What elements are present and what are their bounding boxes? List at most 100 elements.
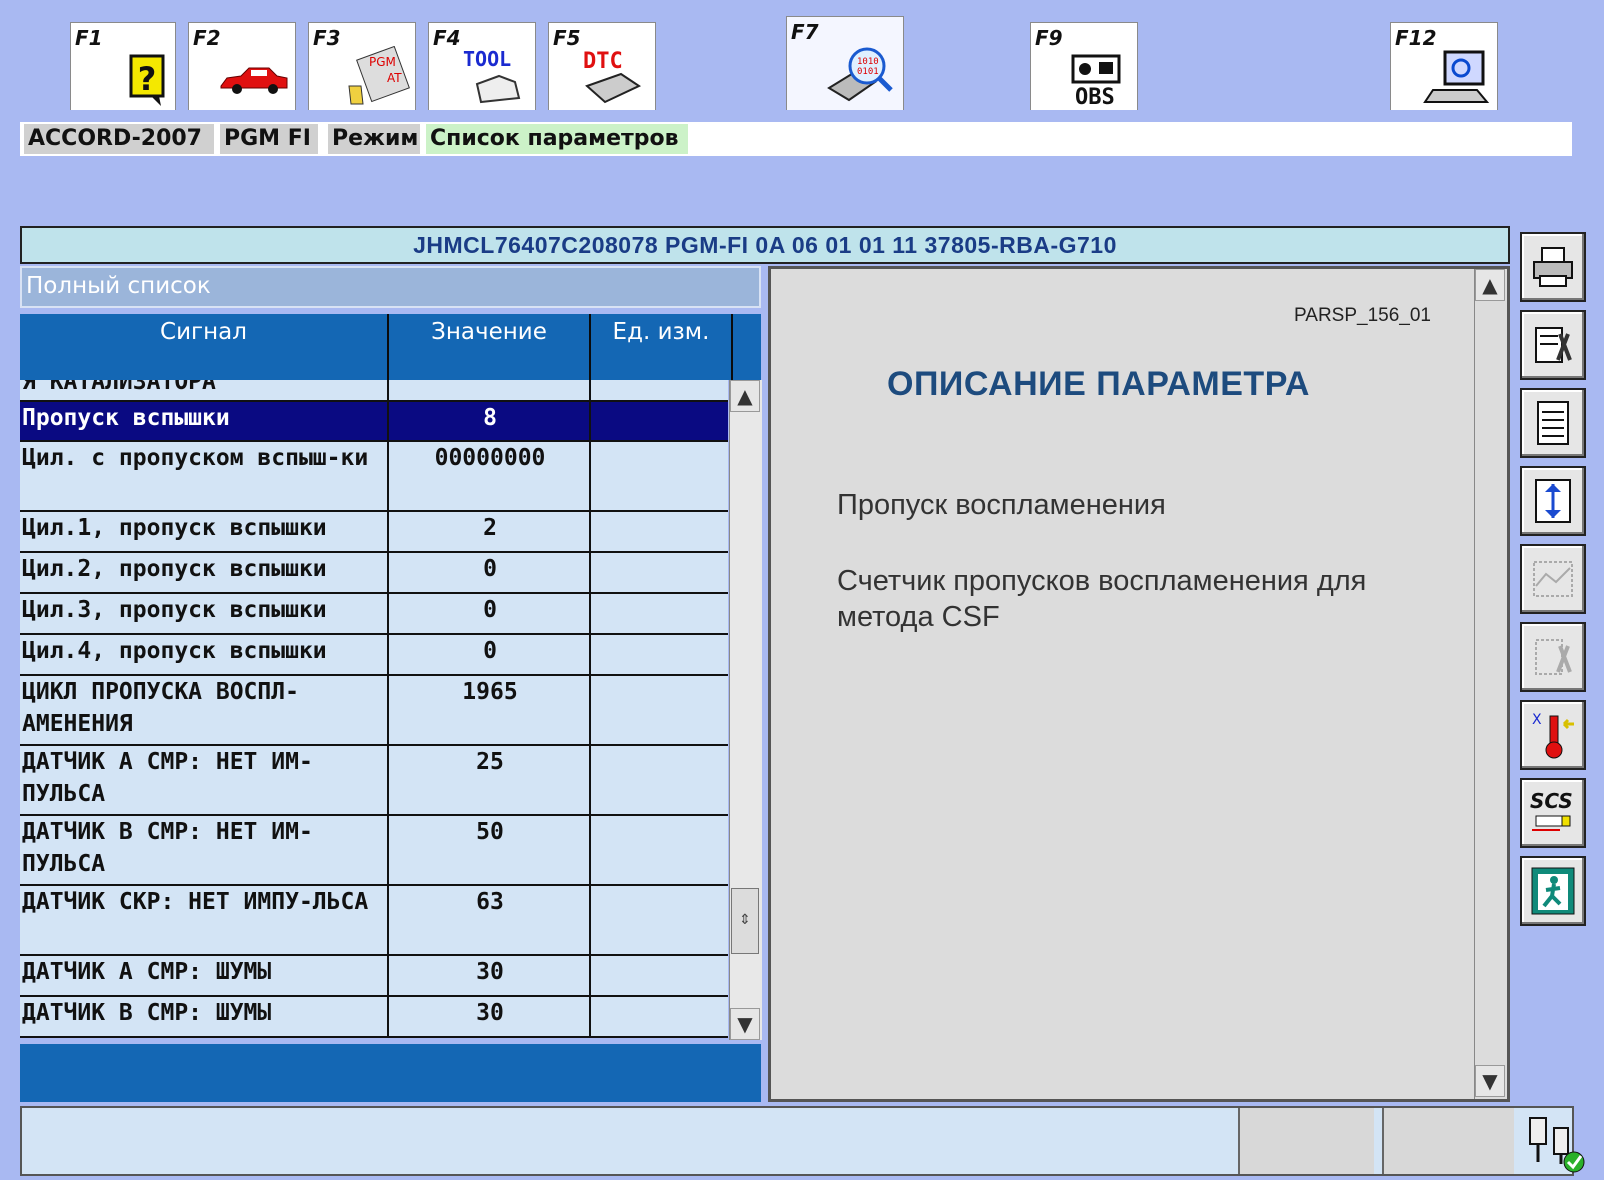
signal-name: Я КАТАЛИЗАТОРА [22, 380, 216, 395]
svg-text:?: ? [138, 60, 157, 98]
signal-value: 25 [476, 749, 504, 775]
status-bar [20, 1106, 1574, 1176]
sort-vertical-icon [1535, 479, 1571, 523]
svg-text:AT: AT [387, 71, 402, 85]
signal-name: ЦИКЛ ПРОПУСКА ВОСПЛ-АМЕНЕНИЯ [22, 679, 299, 737]
tab-f12-system[interactable]: F12 [1390, 22, 1498, 110]
table-row[interactable]: Цил.4, пропуск вспышки 0 [20, 635, 728, 676]
table-row[interactable]: Цил. с пропуском вспыш-ки 00000000 [20, 442, 728, 512]
list-scrollbar[interactable]: ▲ ⇕ ▼ [729, 380, 762, 1040]
computer-search-icon [1423, 50, 1490, 103]
svg-text:DTC: DTC [583, 49, 623, 74]
signal-value: 0 [483, 638, 497, 664]
table-row[interactable]: ДАТЧИК А СМР: НЕТ ИМ-ПУЛЬСА 25 [20, 746, 728, 816]
breadcrumb-model: ACCORD-2007 [24, 124, 214, 154]
table-row[interactable]: ДАТЧИК А СМР: ШУМЫ 30 [20, 956, 728, 997]
tools-disabled-icon [1535, 639, 1572, 675]
signal-name: Цил.1, пропуск вспышки [22, 515, 327, 541]
help-icon: ? [129, 54, 165, 106]
signal-name: ДАТЧИК В СМР: НЕТ ИМ-ПУЛЬСА [22, 819, 313, 877]
svg-text:SCS: SCS [1530, 789, 1573, 813]
table-row[interactable]: ДАТЧИК СКР: НЕТ ИМПУ-ЛЬСА 63 [20, 886, 728, 956]
scroll-down-button[interactable]: ▼ [1475, 1065, 1505, 1097]
tab-f5-dtc[interactable]: F5 DTC [548, 22, 656, 110]
settings-tools-button[interactable] [1520, 310, 1586, 380]
description-title: ОПИСАНИЕ ПАРАМЕТРА [887, 365, 1310, 403]
tab-f2-vehicle[interactable]: F2 [188, 22, 296, 110]
signal-value: 30 [476, 1000, 504, 1026]
signal-value: 00000000 [434, 445, 546, 471]
column-header-row: Сигнал Значение Ед. изм. [20, 314, 761, 380]
parameter-list: Я КАТАЛИЗАТОРА Пропуск вспышки 8 Цил. с … [20, 380, 728, 1040]
tab-f4-tool[interactable]: F4 TOOL [428, 22, 536, 110]
list-filter-header[interactable]: Полный список [20, 266, 761, 308]
tab-f3-pgm-at[interactable]: F3 PGM AT [308, 22, 416, 110]
tab-f9-obs[interactable]: F9 OBS [1030, 22, 1138, 110]
table-row-selected[interactable]: Пропуск вспышки 8 [20, 402, 728, 442]
vehicle-info-bar: JHMCL76407C208078 PGM-FI 0A 06 01 01 11 … [20, 226, 1510, 264]
fkey-label: F7 [791, 20, 819, 44]
signal-name: Цил.2, пропуск вспышки [22, 556, 327, 582]
data-magnifier-icon: 1010 0101 [827, 47, 893, 102]
description-scrollbar[interactable]: ▲ ▼ [1474, 269, 1507, 1099]
signal-value: 2 [483, 515, 497, 541]
svg-text:X: X [1532, 712, 1542, 728]
table-row[interactable]: Цил.1, пропуск вспышки 2 [20, 512, 728, 553]
temperature-icon: X [1532, 712, 1574, 759]
table-row[interactable]: ДАТЧИК В СМР: ШУМЫ 30 [20, 997, 728, 1038]
signal-name: ДАТЧИК В СМР: ШУМЫ [22, 1000, 272, 1026]
table-row[interactable]: Я КАТАЛИЗАТОРА [20, 380, 728, 402]
column-header-unit[interactable]: Ед. изм. [591, 314, 731, 380]
table-row[interactable]: Цил.3, пропуск вспышки 0 [20, 594, 728, 635]
description-code: PARSP_156_01 [1294, 305, 1431, 326]
scs-button[interactable]: SCS [1520, 778, 1586, 848]
scroll-up-button[interactable]: ▲ [730, 380, 760, 412]
signal-value: 30 [476, 959, 504, 985]
table-row[interactable]: ЦИКЛ ПРОПУСКА ВОСПЛ-АМЕНЕНИЯ 1965 [20, 676, 728, 746]
signal-name: Пропуск вспышки [22, 405, 230, 431]
tab-f1-help[interactable]: F1 ? [70, 22, 176, 110]
pgm-at-icon: PGM AT [348, 46, 410, 105]
list-view-icon [1537, 401, 1569, 445]
breadcrumb-system: PGM FI [220, 124, 318, 154]
signal-name: ДАТЧИК А СМР: НЕТ ИМ-ПУЛЬСА [22, 749, 313, 807]
scroll-up-button[interactable]: ▲ [1475, 269, 1505, 301]
signal-value: 1965 [462, 679, 518, 705]
scroll-thumb[interactable]: ⇕ [731, 888, 759, 954]
svg-text:0101: 0101 [857, 67, 879, 77]
svg-text:OBS: OBS [1075, 85, 1115, 108]
scroll-down-button[interactable]: ▼ [730, 1008, 760, 1040]
graph-button[interactable] [1520, 544, 1586, 614]
print-button[interactable] [1520, 232, 1586, 302]
list-footer [20, 1044, 761, 1102]
sort-vertical-button[interactable] [1520, 466, 1586, 536]
signal-name: Цил. с пропуском вспыш-ки [22, 445, 369, 471]
table-row[interactable]: Цил.2, пропуск вспышки 0 [20, 553, 728, 594]
description-text: Счетчик пропусков воспламенения для мето… [837, 565, 1367, 633]
svg-text:TOOL: TOOL [463, 47, 511, 71]
temperature-button[interactable]: X [1520, 700, 1586, 770]
svg-text:PGM: PGM [369, 55, 396, 69]
table-row[interactable]: ДАТЧИК В СМР: НЕТ ИМ-ПУЛЬСА 50 [20, 816, 728, 886]
car-icon [220, 67, 288, 94]
breadcrumb: ACCORD-2007 PGM FI Режим Список параметр… [20, 122, 1572, 156]
column-divider [731, 314, 733, 380]
signal-value: 8 [483, 405, 497, 431]
connection-ok-icon [1529, 1117, 1585, 1173]
signal-value: 63 [476, 889, 504, 915]
tab-f7-data-list[interactable]: F7 1010 0101 [786, 16, 904, 110]
tools-button[interactable] [1520, 622, 1586, 692]
column-header-signal[interactable]: Сигнал [20, 314, 387, 380]
scs-connector-icon: SCS [1530, 789, 1573, 831]
signal-value: 50 [476, 819, 504, 845]
signal-name: Цил.4, пропуск вспышки [22, 638, 327, 664]
column-header-value[interactable]: Значение [389, 314, 589, 380]
svg-text:1010: 1010 [857, 57, 879, 67]
list-view-button[interactable] [1520, 388, 1586, 458]
tool-icon: TOOL [463, 47, 521, 104]
exit-button[interactable] [1520, 856, 1586, 926]
status-cell [1382, 1108, 1514, 1174]
description-parameter-name: Пропуск воспламенения [837, 489, 1166, 521]
dtc-icon: DTC [583, 49, 642, 104]
print-icon [1533, 247, 1573, 287]
